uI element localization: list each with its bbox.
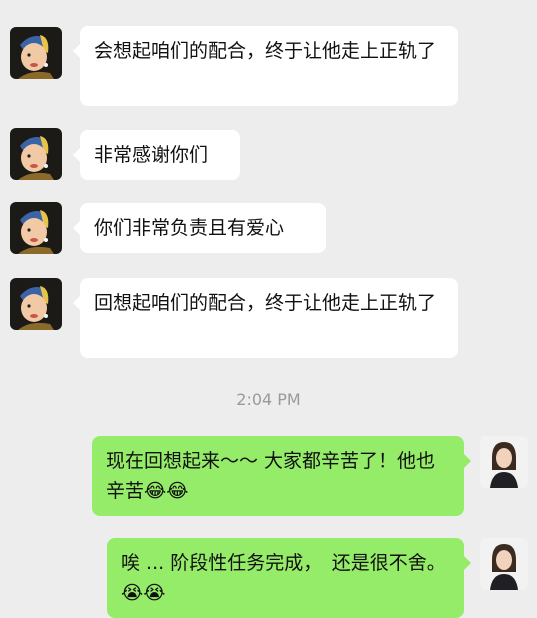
contact-avatar[interactable] [10,27,62,79]
message-bubble[interactable]: 唉 ... 阶段性任务完成， 还是很不舍。 😭😭 [107,538,471,618]
user-avatar[interactable] [480,538,528,590]
chat-window: 会想起咱们的配合，终于让他走上正轨了 非常感谢你们 你们非常负责且有爱心 回想起… [0,0,537,618]
message-text: 你们非常负责且有爱心 [94,217,285,239]
girl-with-pearl-earring-icon [10,278,62,330]
message-timestamp: 2:04 PM [236,390,301,409]
woman-photo-icon [480,436,528,488]
message-text: 非常感谢你们 [94,144,209,166]
message-text: 会想起咱们的配合，终于让他走上正轨了 [94,40,437,62]
message-text: 回想起咱们的配合，终于让他走上正轨了 [94,292,437,314]
contact-avatar[interactable] [10,278,62,330]
girl-with-pearl-earring-icon [10,202,62,254]
crying-emoji: 😭😭 [121,582,166,604]
message-bubble[interactable]: 现在回想起来～～ 大家都辛苦了！他也辛苦😂😂 [92,436,471,516]
message-bubble[interactable]: 回想起咱们的配合，终于让他走上正轨了 [73,278,458,358]
contact-avatar[interactable] [10,202,62,254]
girl-with-pearl-earring-icon [10,128,62,180]
woman-photo-icon [480,538,528,590]
message-bubble[interactable]: 你们非常负责且有爱心 [73,203,326,253]
message-bubble[interactable]: 会想起咱们的配合，终于让他走上正轨了 [73,26,458,106]
user-avatar[interactable] [480,436,528,488]
message-bubble[interactable]: 非常感谢你们 [73,130,240,180]
girl-with-pearl-earring-icon [10,27,62,79]
tears-of-joy-emoji: 😂😂 [144,480,189,502]
message-text: 唉 ... 阶段性任务完成， 还是很不舍。 [121,552,446,574]
contact-avatar[interactable] [10,128,62,180]
